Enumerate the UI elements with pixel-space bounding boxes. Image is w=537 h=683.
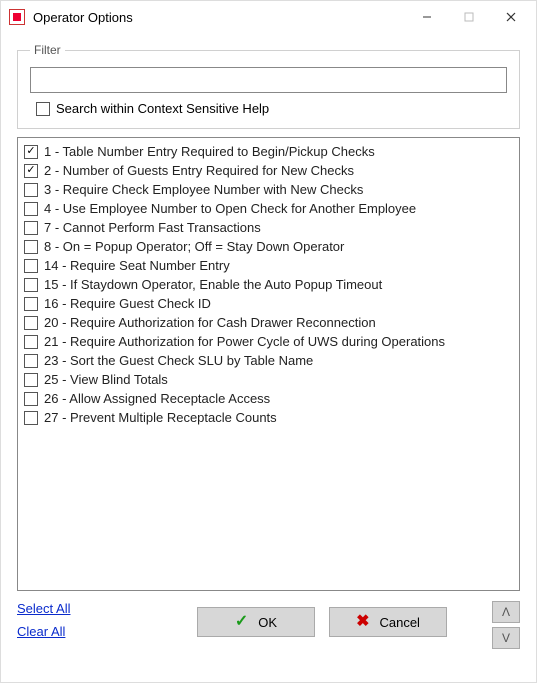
search-within-label: Search within Context Sensitive Help: [56, 101, 269, 116]
option-row[interactable]: 23 - Sort the Guest Check SLU by Table N…: [22, 351, 515, 370]
option-label: 26 - Allow Assigned Receptacle Access: [44, 390, 270, 407]
filter-legend: Filter: [30, 43, 65, 57]
option-label: 15 - If Staydown Operator, Enable the Au…: [44, 276, 382, 293]
option-checkbox[interactable]: [24, 202, 38, 216]
checkmark-icon: ✓: [235, 614, 248, 630]
option-label: 1 - Table Number Entry Required to Begin…: [44, 143, 375, 160]
option-checkbox[interactable]: [24, 164, 38, 178]
app-icon: [9, 9, 25, 25]
select-all-link[interactable]: Select All: [17, 601, 70, 616]
option-checkbox[interactable]: [24, 221, 38, 235]
option-row[interactable]: 14 - Require Seat Number Entry: [22, 256, 515, 275]
minimize-icon: [421, 11, 433, 23]
option-row[interactable]: 7 - Cannot Perform Fast Transactions: [22, 218, 515, 237]
ok-button[interactable]: ✓ OK: [197, 607, 315, 637]
cross-icon: ✖: [356, 614, 369, 630]
reorder-arrows: Λ V: [492, 599, 520, 649]
cancel-label: Cancel: [379, 615, 419, 630]
close-icon: [505, 11, 517, 23]
window-controls: [406, 3, 532, 31]
option-label: 4 - Use Employee Number to Open Check fo…: [44, 200, 416, 217]
option-label: 14 - Require Seat Number Entry: [44, 257, 230, 274]
option-checkbox[interactable]: [24, 335, 38, 349]
option-label: 3 - Require Check Employee Number with N…: [44, 181, 363, 198]
option-row[interactable]: 21 - Require Authorization for Power Cyc…: [22, 332, 515, 351]
search-within-checkbox[interactable]: [36, 102, 50, 116]
option-checkbox[interactable]: [24, 316, 38, 330]
option-label: 2 - Number of Guests Entry Required for …: [44, 162, 354, 179]
down-arrow-icon: V: [502, 631, 510, 645]
cancel-button[interactable]: ✖ Cancel: [329, 607, 447, 637]
up-arrow-icon: Λ: [502, 605, 510, 619]
move-down-button[interactable]: V: [492, 627, 520, 649]
option-label: 23 - Sort the Guest Check SLU by Table N…: [44, 352, 313, 369]
option-row[interactable]: 16 - Require Guest Check ID: [22, 294, 515, 313]
ok-label: OK: [258, 615, 277, 630]
option-row[interactable]: 20 - Require Authorization for Cash Draw…: [22, 313, 515, 332]
option-label: 16 - Require Guest Check ID: [44, 295, 211, 312]
option-label: 20 - Require Authorization for Cash Draw…: [44, 314, 376, 331]
option-checkbox[interactable]: [24, 278, 38, 292]
option-label: 27 - Prevent Multiple Receptacle Counts: [44, 409, 277, 426]
content-area: Filter Search within Context Sensitive H…: [1, 33, 536, 659]
maximize-icon: [463, 11, 475, 23]
window-title: Operator Options: [33, 10, 406, 25]
titlebar: Operator Options: [1, 1, 536, 33]
filter-search-within-row[interactable]: Search within Context Sensitive Help: [30, 101, 507, 116]
option-checkbox[interactable]: [24, 240, 38, 254]
option-label: 8 - On = Popup Operator; Off = Stay Down…: [44, 238, 344, 255]
option-row[interactable]: 2 - Number of Guests Entry Required for …: [22, 161, 515, 180]
option-checkbox[interactable]: [24, 373, 38, 387]
option-row[interactable]: 1 - Table Number Entry Required to Begin…: [22, 142, 515, 161]
minimize-button[interactable]: [406, 3, 448, 31]
option-row[interactable]: 3 - Require Check Employee Number with N…: [22, 180, 515, 199]
filter-input[interactable]: [30, 67, 507, 93]
buttons-row: ✓ OK ✖ Cancel: [137, 599, 482, 637]
maximize-button[interactable]: [448, 3, 490, 31]
option-label: 21 - Require Authorization for Power Cyc…: [44, 333, 445, 350]
option-checkbox[interactable]: [24, 183, 38, 197]
option-row[interactable]: 15 - If Staydown Operator, Enable the Au…: [22, 275, 515, 294]
option-row[interactable]: 4 - Use Employee Number to Open Check fo…: [22, 199, 515, 218]
option-row[interactable]: 26 - Allow Assigned Receptacle Access: [22, 389, 515, 408]
option-checkbox[interactable]: [24, 259, 38, 273]
footer: Select All Clear All ✓ OK ✖ Cancel Λ V: [17, 599, 520, 649]
option-label: 25 - View Blind Totals: [44, 371, 168, 388]
clear-all-link[interactable]: Clear All: [17, 624, 65, 639]
option-row[interactable]: 27 - Prevent Multiple Receptacle Counts: [22, 408, 515, 427]
close-button[interactable]: [490, 3, 532, 31]
options-list[interactable]: 1 - Table Number Entry Required to Begin…: [17, 137, 520, 591]
option-checkbox[interactable]: [24, 411, 38, 425]
option-checkbox[interactable]: [24, 354, 38, 368]
links-column: Select All Clear All: [17, 599, 127, 639]
option-row[interactable]: 8 - On = Popup Operator; Off = Stay Down…: [22, 237, 515, 256]
move-up-button[interactable]: Λ: [492, 601, 520, 623]
operator-options-window: Operator Options Filter Search within Co…: [0, 0, 537, 683]
option-checkbox[interactable]: [24, 145, 38, 159]
option-checkbox[interactable]: [24, 297, 38, 311]
filter-group: Filter Search within Context Sensitive H…: [17, 43, 520, 129]
option-checkbox[interactable]: [24, 392, 38, 406]
option-label: 7 - Cannot Perform Fast Transactions: [44, 219, 261, 236]
option-row[interactable]: 25 - View Blind Totals: [22, 370, 515, 389]
